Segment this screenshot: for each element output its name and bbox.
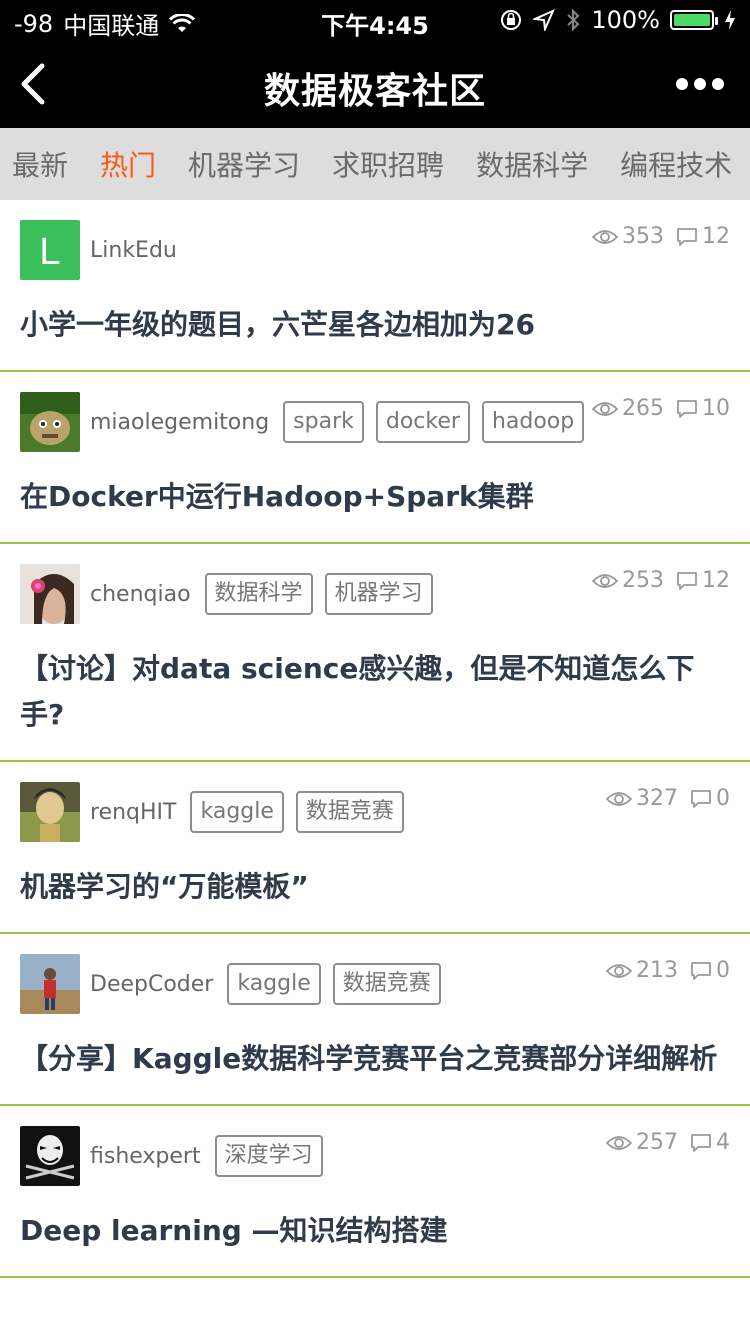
post-title[interactable]: 小学一年级的题目，六芒星各边相加为26 — [20, 302, 730, 348]
post-item[interactable]: renqHIT kaggle 数据竞赛 327 0 机器学习的“万能模板” — [0, 762, 750, 934]
charging-icon — [725, 10, 735, 30]
view-count: 213 — [636, 958, 678, 983]
views-icon — [606, 791, 632, 806]
tab-3[interactable]: 求职招聘 — [332, 144, 444, 184]
bluetooth-icon — [567, 8, 580, 32]
status-bar: -98 中国联通 下午4:45 100% — [0, 0, 750, 40]
post-stats: 213 0 — [606, 958, 730, 983]
post-tag[interactable]: 机器学习 — [324, 572, 433, 616]
page-title: 数据极客社区 — [263, 71, 486, 112]
post-item[interactable]: fishexpert 深度学习 257 4 Deep learning —知识结构搭建 — [0, 1106, 750, 1278]
avatar[interactable] — [20, 782, 80, 842]
post-author[interactable]: chenqiao — [90, 582, 191, 607]
post-stats: 327 0 — [606, 786, 730, 811]
post-author[interactable]: renqHIT — [90, 800, 176, 825]
post-title[interactable]: 在Docker中运行Hadoop+Spark集群 — [20, 474, 730, 520]
post-tag[interactable]: 数据科学 — [204, 572, 313, 616]
navigation-bar: 数据极客社区 — [0, 40, 750, 128]
comments-icon — [691, 1133, 711, 1152]
view-count: 353 — [622, 224, 664, 249]
post-tag[interactable]: spark — [283, 400, 364, 444]
comments-icon — [691, 961, 711, 980]
avatar[interactable] — [20, 1126, 80, 1186]
battery-percent: 100% — [591, 6, 660, 34]
post-item[interactable]: DeepCoder kaggle 数据竞赛 213 0 【分享】Kaggle数据科学竞赛平… — [0, 934, 750, 1106]
view-count: 327 — [636, 786, 678, 811]
post-stats: 253 12 — [592, 568, 730, 593]
comment-count: 0 — [716, 786, 730, 811]
post-stats: 353 12 — [592, 224, 730, 249]
post-author[interactable]: miaolegemitong — [90, 410, 269, 435]
view-count: 253 — [622, 568, 664, 593]
location-icon — [533, 9, 556, 31]
comment-count: 12 — [702, 568, 730, 593]
post-title[interactable]: 【分享】Kaggle数据科学竞赛平台之竞赛部分详细解析 — [20, 1036, 730, 1082]
post-item[interactable]: chenqiao 数据科学 机器学习 253 12 【讨论】对data science感兴… — [0, 544, 750, 762]
post-tag[interactable]: kaggle — [190, 790, 284, 834]
rotation-lock-icon — [501, 10, 522, 30]
post-tag[interactable]: hadoop — [481, 400, 585, 444]
comments-icon — [677, 571, 697, 590]
post-tag[interactable]: 数据竞赛 — [295, 790, 404, 834]
post-author[interactable]: DeepCoder — [90, 972, 213, 997]
tab-1[interactable]: 热门 — [100, 144, 156, 184]
battery-icon — [670, 10, 718, 30]
post-author[interactable]: fishexpert — [90, 1144, 201, 1169]
post-title[interactable]: 【讨论】对data science感兴趣，但是不知道怎么下手? — [20, 646, 730, 738]
post-tag[interactable]: 深度学习 — [214, 1134, 323, 1178]
views-icon — [606, 963, 632, 978]
post-list: L LinkEdu 353 12 小学一年级的题目，六芒星各边相加为26 miaolege… — [0, 200, 750, 1334]
post-stats: 257 4 — [606, 1130, 730, 1155]
more-options-icon[interactable] — [676, 70, 724, 98]
post-author[interactable]: LinkEdu — [90, 238, 177, 263]
post-tag[interactable]: docker — [375, 400, 470, 444]
comment-count: 10 — [702, 396, 730, 421]
svg-text:L: L — [39, 231, 60, 273]
comments-icon — [691, 789, 711, 808]
view-count: 257 — [636, 1130, 678, 1155]
avatar[interactable] — [20, 954, 80, 1014]
comments-icon — [677, 399, 697, 418]
avatar[interactable]: L — [20, 220, 80, 280]
tab-4[interactable]: 数据科学 — [476, 144, 588, 184]
category-tabs: 最新 热门 机器学习 求职招聘 数据科学 编程技术 — [0, 128, 750, 200]
comments-icon — [677, 227, 697, 246]
comment-count: 4 — [716, 1130, 730, 1155]
post-tag[interactable]: kaggle — [227, 962, 321, 1006]
post-item[interactable]: miaolegemitong spark docker hadoop 265 10 在Doc… — [0, 372, 750, 544]
tab-2[interactable]: 机器学习 — [188, 144, 300, 184]
tab-0[interactable]: 最新 — [12, 144, 68, 184]
avatar[interactable] — [20, 392, 80, 452]
post-title[interactable]: Deep learning —知识结构搭建 — [20, 1208, 730, 1254]
avatar[interactable] — [20, 564, 80, 624]
views-icon — [592, 573, 618, 588]
views-icon — [592, 401, 618, 416]
tab-5[interactable]: 编程技术 — [620, 144, 732, 184]
views-icon — [592, 229, 618, 244]
post-title[interactable]: 机器学习的“万能模板” — [20, 864, 730, 910]
view-count: 265 — [622, 396, 664, 421]
comment-count: 0 — [716, 958, 730, 983]
post-item[interactable]: L LinkEdu 353 12 小学一年级的题目，六芒星各边相加为26 — [0, 200, 750, 372]
post-stats: 265 10 — [592, 396, 730, 421]
comment-count: 12 — [702, 224, 730, 249]
views-icon — [606, 1135, 632, 1150]
post-tag[interactable]: 数据竞赛 — [332, 962, 441, 1006]
